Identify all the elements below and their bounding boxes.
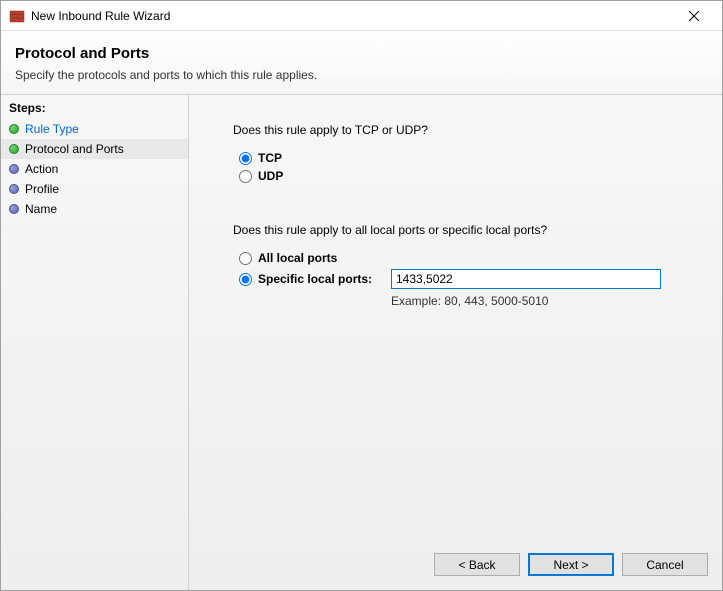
radio-specific-ports-label: Specific local ports: bbox=[258, 272, 372, 286]
specific-ports-input[interactable] bbox=[391, 269, 661, 289]
close-icon bbox=[689, 11, 699, 21]
step-label: Action bbox=[25, 162, 58, 176]
next-button[interactable]: Next > bbox=[528, 553, 614, 576]
step-bullet-icon bbox=[9, 184, 19, 194]
step-bullet-icon bbox=[9, 164, 19, 174]
steps-sidebar: Steps: Rule Type Protocol and Ports Acti… bbox=[1, 95, 189, 590]
firewall-icon bbox=[9, 8, 25, 24]
step-bullet-icon bbox=[9, 204, 19, 214]
button-bar: < Back Next > Cancel bbox=[434, 553, 708, 576]
close-button[interactable] bbox=[674, 2, 714, 30]
step-label: Rule Type bbox=[25, 122, 79, 136]
step-profile[interactable]: Profile bbox=[1, 179, 188, 199]
step-action[interactable]: Action bbox=[1, 159, 188, 179]
wizard-window: New Inbound Rule Wizard Protocol and Por… bbox=[0, 0, 723, 591]
step-bullet-icon bbox=[9, 124, 19, 134]
protocol-question: Does this rule apply to TCP or UDP? bbox=[233, 123, 700, 137]
titlebar: New Inbound Rule Wizard bbox=[1, 1, 722, 31]
protocol-radio-group: TCP UDP bbox=[239, 149, 700, 185]
radio-udp[interactable]: UDP bbox=[239, 167, 700, 185]
content-panel: Does this rule apply to TCP or UDP? TCP … bbox=[189, 95, 722, 590]
radio-specific-ports[interactable]: Specific local ports: bbox=[239, 270, 391, 288]
step-label: Protocol and Ports bbox=[25, 142, 124, 156]
radio-specific-ports-input[interactable] bbox=[239, 273, 252, 286]
step-protocol-and-ports[interactable]: Protocol and Ports bbox=[1, 139, 188, 159]
cancel-button[interactable]: Cancel bbox=[622, 553, 708, 576]
radio-udp-label: UDP bbox=[258, 169, 283, 183]
radio-all-ports-label: All local ports bbox=[258, 251, 337, 265]
window-title: New Inbound Rule Wizard bbox=[31, 9, 674, 23]
radio-udp-input[interactable] bbox=[239, 170, 252, 183]
ports-example-text: Example: 80, 443, 5000-5010 bbox=[391, 294, 700, 308]
page-title: Protocol and Ports bbox=[15, 45, 708, 62]
radio-all-ports[interactable]: All local ports bbox=[239, 249, 700, 267]
step-bullet-icon bbox=[9, 144, 19, 154]
body: Steps: Rule Type Protocol and Ports Acti… bbox=[1, 95, 722, 590]
radio-tcp-label: TCP bbox=[258, 151, 282, 165]
radio-specific-ports-row: Specific local ports: bbox=[239, 267, 700, 291]
page-subtitle: Specify the protocols and ports to which… bbox=[15, 68, 708, 82]
back-button[interactable]: < Back bbox=[434, 553, 520, 576]
radio-all-ports-input[interactable] bbox=[239, 252, 252, 265]
step-rule-type[interactable]: Rule Type bbox=[1, 119, 188, 139]
step-label: Name bbox=[25, 202, 57, 216]
step-name[interactable]: Name bbox=[1, 199, 188, 219]
ports-radio-group: All local ports Specific local ports: Ex… bbox=[239, 249, 700, 308]
radio-tcp-input[interactable] bbox=[239, 152, 252, 165]
ports-question: Does this rule apply to all local ports … bbox=[233, 223, 700, 237]
step-label: Profile bbox=[25, 182, 59, 196]
radio-tcp[interactable]: TCP bbox=[239, 149, 700, 167]
steps-header: Steps: bbox=[1, 99, 188, 119]
page-header: Protocol and Ports Specify the protocols… bbox=[1, 31, 722, 95]
